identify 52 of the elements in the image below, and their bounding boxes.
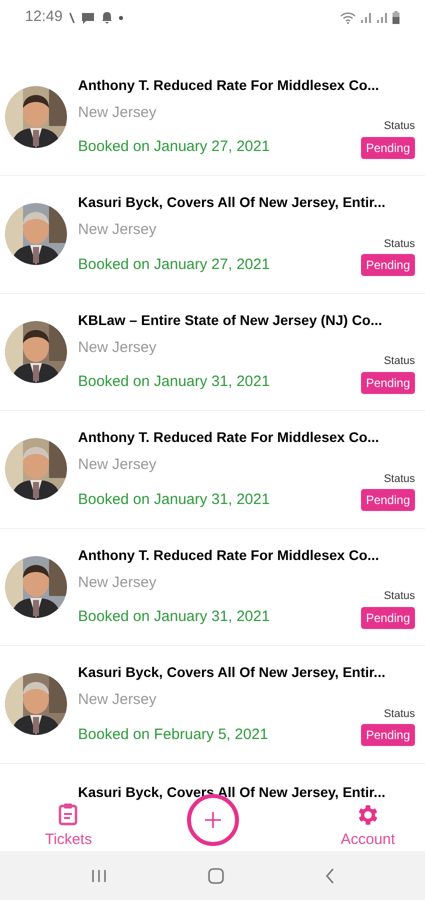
account-tab[interactable]: Account: [340, 800, 395, 852]
booking-date: Booked on January 27, 2021: [78, 254, 270, 275]
ticket-card[interactable]: Kasuri Byck, Covers All Of New Jersey, Entir... New Jersey Booked on February 5, 2021 Status Pending: [0, 646, 425, 764]
ticket-title: Anthony T. Reduced Rate For Middlesex Co...: [78, 428, 380, 448]
ticket-card[interactable]: KBLaw – Entire State of New Jersey (NJ) Co... New Jersey Booked on January 31, 2021 Status Pending: [0, 294, 425, 411]
location-text: New Jersey: [78, 102, 158, 123]
status-badge: Pending: [360, 372, 415, 394]
status-badge: Pending: [360, 136, 415, 159]
status-badge: Pending: [360, 606, 415, 629]
status-label: Status: [384, 706, 415, 722]
status-label: Status: [384, 119, 415, 134]
status-label: Status: [384, 236, 415, 252]
ticket-card[interactable]: Anthony T. Reduced Rate For Middlesex Co... New Jersey Booked on January 27, 2021 Status Pending: [0, 58, 425, 176]
status-badge: Pending: [360, 254, 415, 276]
location-text: New Jersey: [78, 690, 158, 710]
wifi-icon: [340, 12, 356, 24]
status-badge: Pending: [360, 724, 415, 746]
signal-icon: [360, 12, 372, 24]
location-text: New Jersey: [78, 220, 158, 240]
dot-icon: [118, 16, 123, 20]
home-icon[interactable]: [208, 868, 224, 884]
bell-icon: [100, 11, 113, 24]
location-text: New Jersey: [78, 455, 158, 476]
ticket-title: KBLaw – Entire State of New Jersey (NJ) Co...: [78, 310, 384, 330]
status-label: Status: [384, 589, 415, 604]
back-icon[interactable]: [324, 868, 334, 884]
slash-icon: [68, 12, 75, 24]
booking-date: Booked on January 27, 2021: [78, 137, 270, 158]
ticket-title: Anthony T. Reduced Rate For Middlesex Co...: [78, 76, 380, 95]
booking-date: Booked on January 31, 2021: [78, 607, 270, 628]
clock-time: 12:49: [25, 7, 63, 28]
ticket-title: Kasuri Byck, Covers All Of New Jersey, Entir...: [78, 193, 386, 212]
status-label: Status: [384, 354, 415, 370]
ticket-card[interactable]: Kasuri Byck, Covers All Of New Jersey, Entir... New Jersey Booked on January 27, 2021 Status Pending: [0, 176, 425, 294]
location-text: New Jersey: [78, 338, 158, 358]
signal-icon: [376, 12, 388, 24]
tickets-tab[interactable]: Tickets: [45, 800, 92, 852]
ticket-card[interactable]: Anthony T. Reduced Rate For Middlesex Co... New Jersey Booked on January 31, 2021 Status Pending: [0, 411, 425, 528]
ticket-card[interactable]: Anthony T. Reduced Rate For Middlesex Co... New Jersey Booked on January 31, 2021 Status Pending: [0, 528, 425, 646]
location-text: New Jersey: [78, 572, 158, 593]
clipboard-icon: [58, 802, 78, 826]
message-icon: [80, 12, 95, 24]
plus-icon: [204, 810, 222, 829]
status-badge: Pending: [360, 489, 415, 512]
ticket-title: Kasuri Byck, Covers All Of New Jersey, Entir...: [78, 663, 386, 682]
battery-icon: [392, 11, 400, 24]
status-label: Status: [384, 472, 415, 487]
ticket-title: Anthony T. Reduced Rate For Middlesex Co...: [78, 546, 380, 565]
booking-date: Booked on February 5, 2021: [78, 724, 268, 745]
booking-date: Booked on January 31, 2021: [78, 372, 270, 392]
recent-apps-icon[interactable]: [90, 868, 106, 883]
booking-date: Booked on January 31, 2021: [78, 490, 270, 510]
